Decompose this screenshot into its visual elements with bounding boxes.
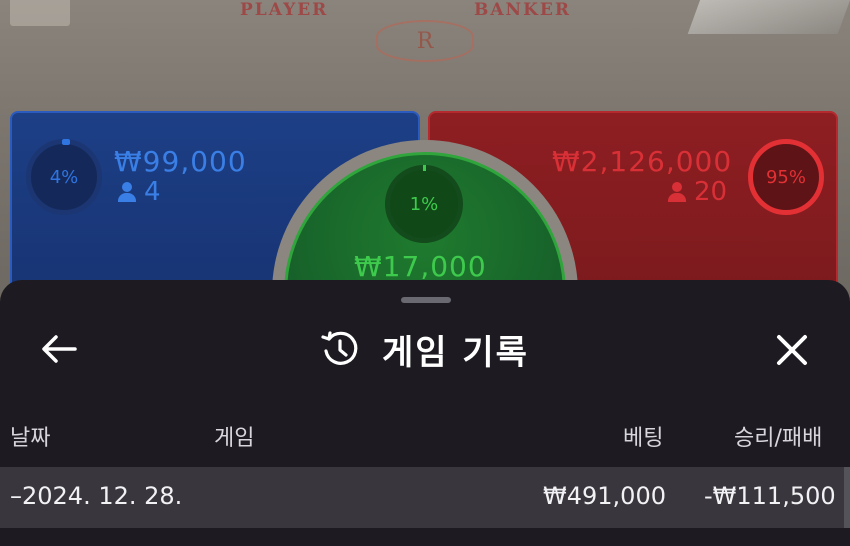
game-history-sheet: 게임 기록 날짜 게임 베팅 승리/패배 –2024. 12. 28. ₩491… — [0, 280, 850, 546]
arrow-left-icon — [42, 335, 77, 363]
tie-bet-amount: ₩17,000 — [354, 250, 487, 283]
column-header-date: 날짜 — [10, 426, 51, 451]
column-header-bet: 베팅 — [623, 426, 664, 451]
history-icon — [321, 331, 358, 365]
banker-percent: 95% — [765, 166, 806, 188]
banker-percent-ring: 95% — [748, 139, 824, 215]
person-icon — [668, 182, 686, 202]
logo-letter: R — [416, 28, 434, 54]
player-bettor-count: 4 — [118, 177, 161, 207]
banker-count-value: 20 — [694, 177, 728, 207]
sheet-drag-handle[interactable] — [401, 297, 451, 303]
column-header-result: 승리/패배 — [734, 426, 823, 451]
player-bet-amount: ₩99,000 — [114, 145, 247, 178]
banker-bet-amount: ₩2,126,000 — [552, 145, 733, 178]
felt-player-label: PLAYER — [240, 0, 329, 20]
row-date: –2024. 12. 28. — [10, 482, 183, 510]
player-percent-ring: 4% — [26, 139, 102, 215]
row-result: -₩111,500 — [704, 482, 836, 510]
player-count-value: 4 — [144, 177, 161, 207]
history-row[interactable]: –2024. 12. 28. ₩491,000 -₩111,500 — [0, 467, 850, 528]
back-button[interactable] — [38, 328, 80, 370]
close-button[interactable] — [770, 328, 814, 372]
sheet-header: 게임 기록 — [320, 324, 529, 374]
page-title: 게임 기록 — [382, 332, 529, 373]
tie-percent: 1% — [409, 193, 439, 215]
scrollbar[interactable] — [844, 467, 850, 528]
card-shoe-decoration — [687, 0, 850, 34]
player-percent: 4% — [49, 166, 79, 188]
row-bet: ₩491,000 — [543, 482, 666, 510]
column-header-game: 게임 — [214, 426, 255, 451]
banker-bettor-count: 20 — [668, 177, 727, 207]
tie-percent-ring: 1% — [385, 165, 463, 243]
casino-logo: R — [376, 20, 474, 62]
close-icon — [777, 335, 807, 365]
felt-banker-label: BANKER — [474, 0, 571, 20]
chip-stack-decoration — [10, 0, 70, 26]
person-icon — [118, 182, 136, 202]
